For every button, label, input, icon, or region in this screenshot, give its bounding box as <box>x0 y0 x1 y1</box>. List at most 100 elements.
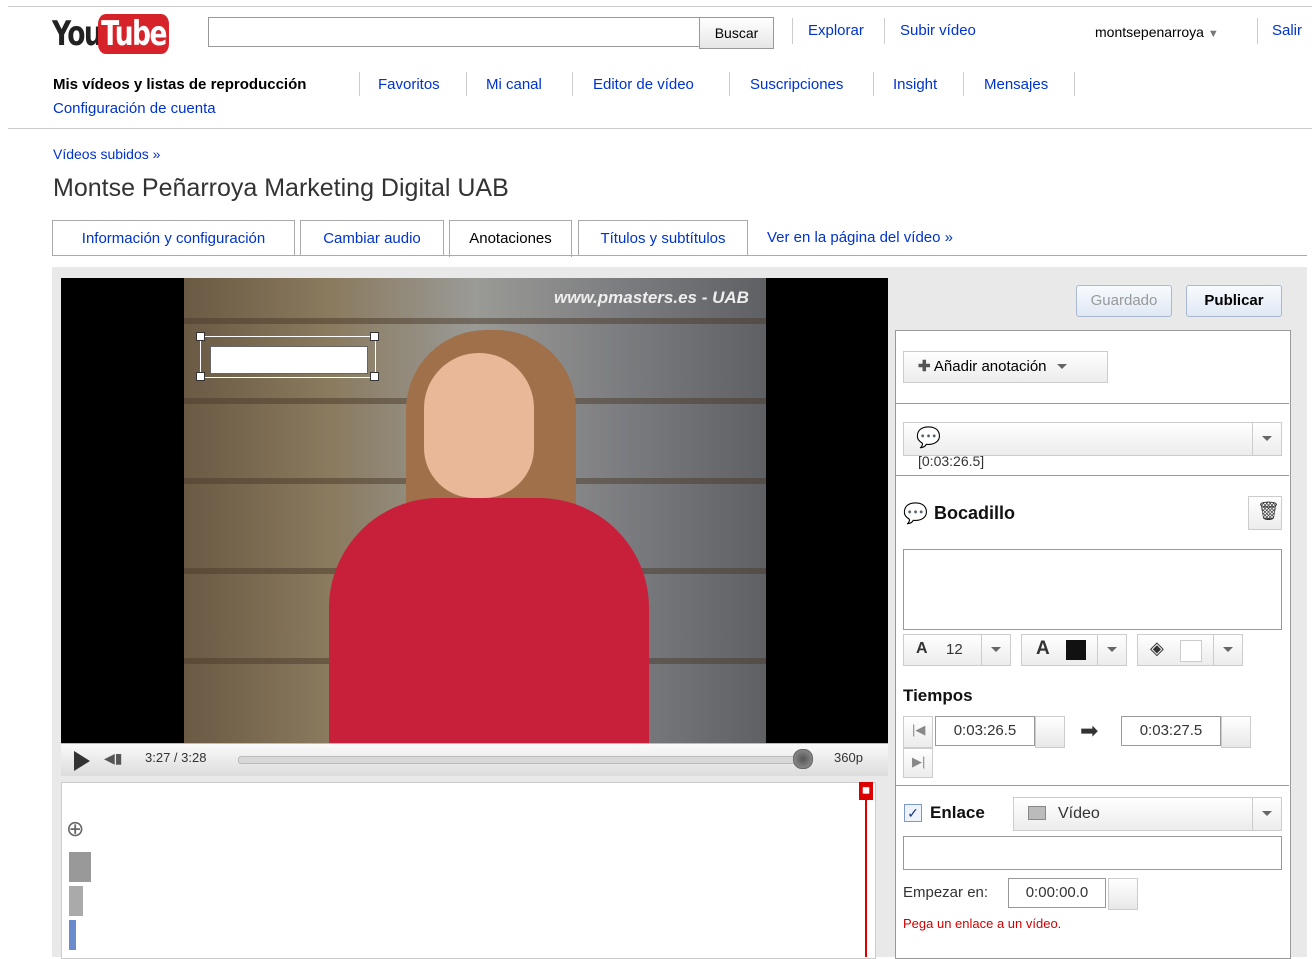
start-time-field[interactable]: 0:03:26.5 <box>935 716 1035 746</box>
annotation-type-label: Bocadillo <box>934 503 1016 523</box>
youtube-logo[interactable]: You Tube <box>52 10 189 58</box>
divider <box>792 18 793 44</box>
text-color-swatch <box>1066 640 1086 660</box>
text-color-icon: A <box>1036 638 1050 659</box>
username: montsepenarroya <box>1095 24 1204 40</box>
arrow-right-icon: ➡ <box>1080 718 1099 743</box>
tab-info[interactable]: Información y configuración <box>52 220 295 256</box>
divider <box>359 72 360 96</box>
logout-link[interactable]: Salir <box>1272 22 1302 39</box>
seek-bar[interactable] <box>238 756 805 764</box>
view-video-link[interactable]: Ver en la página del vídeo » <box>767 229 953 246</box>
page-title: Montse Peñarroya Marketing Digital UAB <box>53 174 509 202</box>
logo-you: You <box>52 14 103 54</box>
divider <box>729 72 730 96</box>
link-url-input[interactable] <box>903 836 1282 870</box>
annotation-text-input[interactable] <box>903 549 1282 630</box>
link-type-value: Vídeo <box>1058 805 1100 822</box>
search-input[interactable] <box>208 17 700 47</box>
nav-subscriptions[interactable]: Suscripciones <box>750 76 843 93</box>
chevron-down-icon <box>1056 364 1067 369</box>
tab-captions[interactable]: Títulos y subtítulos <box>578 220 748 256</box>
timeline-cursor[interactable] <box>865 782 867 957</box>
upload-link[interactable]: Subir vídeo <box>900 22 976 39</box>
nav-messages[interactable]: Mensajes <box>984 76 1048 93</box>
search-button[interactable]: Buscar <box>699 17 774 49</box>
top-border <box>8 6 1312 7</box>
speech-bubble-text[interactable] <box>210 346 368 374</box>
end-time-stepper[interactable] <box>1221 716 1251 748</box>
add-annotation-button[interactable]: ✚ Añadir anotación <box>903 351 1108 383</box>
zoom-bar[interactable] <box>69 852 91 882</box>
font-size-value: 12 <box>946 641 963 658</box>
divider <box>963 72 964 96</box>
chevron-down-icon: ▼ <box>1207 28 1219 40</box>
nav-my-videos[interactable]: Mis vídeos y listas de reproducción <box>53 76 306 93</box>
skip-forward-icon: ▶| <box>912 754 926 769</box>
start-at-field[interactable]: 0:00:00.0 <box>1008 878 1106 908</box>
video-watermark: www.pmasters.es - UAB <box>554 288 749 307</box>
times-label: Tiempos <box>903 686 973 705</box>
annotation-timeline[interactable] <box>61 782 876 959</box>
video-icon <box>1028 806 1046 820</box>
speech-bubble-icon: 💬 <box>916 427 941 449</box>
saved-button[interactable]: Guardado <box>1076 285 1172 317</box>
speech-bubble-icon: 💬 <box>903 503 928 525</box>
link-type-select[interactable]: Vídeo <box>1013 797 1282 831</box>
link-label: Enlace <box>930 803 985 822</box>
tab-annotations[interactable]: Anotaciones <box>449 220 572 257</box>
resize-handle[interactable] <box>370 332 379 341</box>
paint-bucket-icon: ◈ <box>1150 638 1164 658</box>
jump-to-end-button[interactable]: ▶| <box>903 748 933 778</box>
text-color-select[interactable]: A <box>1021 634 1127 666</box>
divider <box>1257 18 1258 44</box>
volume-icon[interactable]: ◀▮ <box>104 750 122 767</box>
resize-handle[interactable] <box>370 372 379 381</box>
jump-to-start-button[interactable]: |◀ <box>903 716 933 748</box>
tab-border <box>52 255 1307 256</box>
add-annotation-label: Añadir anotación <box>933 358 1047 375</box>
font-size-select[interactable]: A 12 <box>903 634 1011 666</box>
logo-tube: Tube <box>98 14 170 54</box>
end-time-field[interactable]: 0:03:27.5 <box>1121 716 1221 746</box>
nav-account-settings[interactable]: Configuración de cuenta <box>53 100 216 117</box>
nav-insight[interactable]: Insight <box>893 76 937 93</box>
nav-border <box>8 128 1312 129</box>
background-color-select[interactable]: ◈ <box>1137 634 1243 666</box>
nav-my-channel[interactable]: Mi canal <box>486 76 542 93</box>
divider <box>884 18 885 44</box>
trash-icon: 🗑 <box>1257 501 1280 521</box>
explore-link[interactable]: Explorar <box>808 22 864 39</box>
divider <box>572 72 573 96</box>
publish-button[interactable]: Publicar <box>1186 285 1282 317</box>
nav-video-editor[interactable]: Editor de vídeo <box>593 76 694 93</box>
zoom-icon[interactable]: ⊕ <box>66 816 84 842</box>
start-at-stepper[interactable] <box>1108 878 1138 910</box>
plus-icon: ✚ <box>918 358 931 375</box>
seek-handle[interactable] <box>793 749 813 769</box>
user-menu[interactable]: montsepenarroya ▼ <box>1095 24 1219 40</box>
timeline-cursor-handle[interactable]: ◼ <box>859 782 873 800</box>
resize-handle[interactable] <box>196 372 205 381</box>
link-checkbox[interactable]: ✓ <box>904 804 922 822</box>
font-size-icon: A <box>916 640 928 657</box>
nav-favorites[interactable]: Favoritos <box>378 76 440 93</box>
link-error-message: Pega un enlace a un vídeo. <box>903 916 1062 931</box>
quality-button[interactable]: 360p <box>834 750 863 765</box>
resize-handle[interactable] <box>196 332 205 341</box>
time-display: 3:27 / 3:28 <box>145 750 207 765</box>
start-time-stepper[interactable] <box>1035 716 1065 748</box>
skip-back-icon: |◀ <box>912 722 926 737</box>
divider <box>873 72 874 96</box>
tab-audio[interactable]: Cambiar audio <box>300 220 444 256</box>
divider <box>1074 72 1075 96</box>
start-at-label: Empezar en: <box>903 884 989 901</box>
breadcrumb[interactable]: Vídeos subidos » <box>53 146 160 162</box>
annotation-timestamp: [0:03:26.5] <box>918 453 985 469</box>
annotation-select[interactable]: 💬 <box>903 422 1282 456</box>
divider <box>466 72 467 96</box>
play-icon[interactable] <box>74 751 90 771</box>
background-color-swatch <box>1180 640 1202 662</box>
video-player[interactable]: www.pmasters.es - UAB <box>61 278 888 743</box>
delete-annotation-button[interactable]: 🗑 <box>1248 496 1282 530</box>
